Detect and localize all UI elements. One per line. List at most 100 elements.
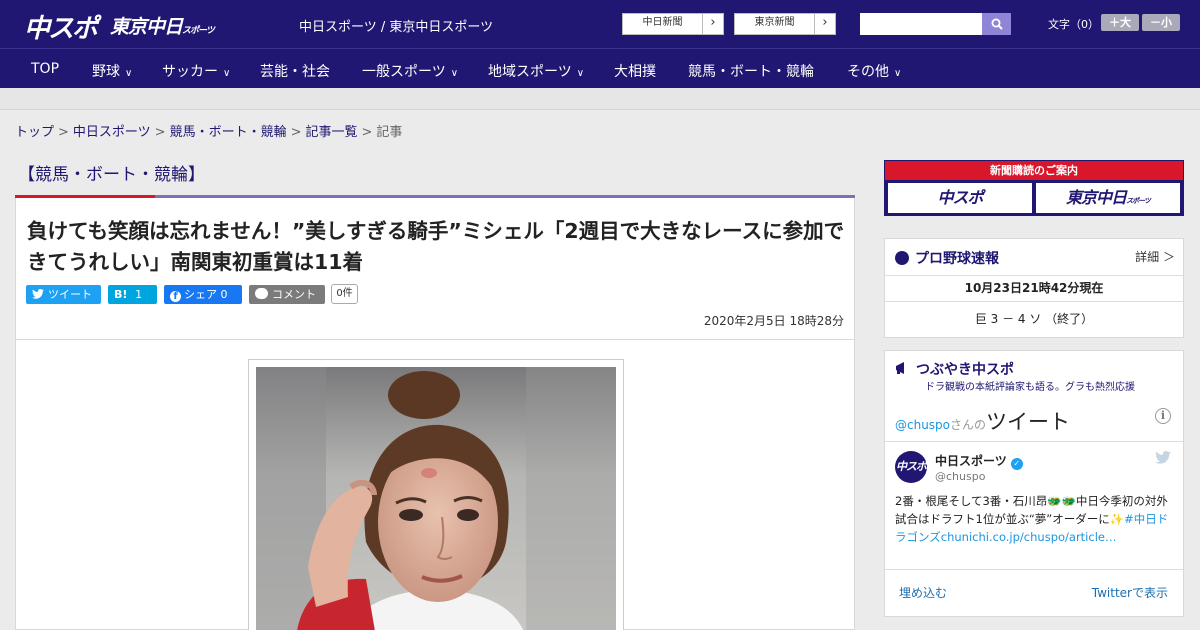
nav-item-label: 一般スポーツ xyxy=(362,64,446,80)
twitter-bird-icon[interactable] xyxy=(1155,451,1171,464)
comment-count: 0件 xyxy=(331,284,358,304)
tweet-account-name[interactable]: 中日スポーツ ✓ xyxy=(935,452,1023,470)
nav-item-sumo[interactable]: 大相撲 xyxy=(614,61,656,81)
font-size-label: 文字（0） xyxy=(1048,18,1099,31)
search-button[interactable] xyxy=(982,13,1011,35)
breadcrumb-separator: > xyxy=(58,125,69,140)
article-divider xyxy=(16,339,854,340)
nav-item-label: 競馬・ボート・競輪 xyxy=(688,64,814,80)
tokyo-chunichi-logo-main: 東京中日 xyxy=(110,16,183,38)
subscribe-tokyo-sub: スポーツ xyxy=(1126,197,1151,205)
font-larger-button[interactable]: ＋大 xyxy=(1101,14,1139,31)
tweet-text: 2番・根尾そして3番・石川昂🐲🐲中日今季初の対外試合はドラフト1位が並ぶ“夢”オ… xyxy=(895,492,1177,546)
nav-item-label: 大相撲 xyxy=(614,64,656,80)
site-names: 中日スポーツ / 東京中日スポーツ xyxy=(299,20,494,35)
hatena-b-icon: B! xyxy=(114,288,128,301)
chunichi-shimbun-link[interactable]: 中日新聞 › xyxy=(622,13,724,35)
tsubuyaki-widget: つぶやき中スポ ドラ観戦の本紙評論家も語る。グラも熱烈応援 @chuspoさんの… xyxy=(884,350,1184,617)
nav-item-top[interactable]: TOP xyxy=(31,61,59,77)
nav-item-label: 芸能・社会 xyxy=(260,64,330,80)
facebook-share-label: シェア xyxy=(184,288,217,301)
twitter-divider xyxy=(885,441,1183,442)
tsubuyaki-title-text: つぶやき中スポ xyxy=(916,362,1014,378)
tweet-account-name-text: 中日スポーツ xyxy=(935,454,1007,468)
view-on-twitter-link[interactable]: Twitterで表示 xyxy=(1092,584,1168,601)
baseball-title-text: プロ野球速報 xyxy=(915,251,999,267)
twitter-timeline-header: @chuspoさんのツイート xyxy=(895,406,1070,436)
nav-item-baseball[interactable]: 野球 ∨ xyxy=(92,61,132,81)
baseball-detail-link[interactable]: 詳細 ＞ xyxy=(1135,248,1175,265)
avatar[interactable]: 中スポ xyxy=(895,451,927,483)
baseball-scores-widget: プロ野球速報 詳細 ＞ 10月23日21時42分現在 巨 3 － 4 ソ （終了… xyxy=(884,238,1184,338)
twitter-handle-link[interactable]: @chuspo xyxy=(895,418,950,432)
nav-item-regional-sports[interactable]: 地域スポーツ ∨ xyxy=(488,61,584,81)
nav-item-soccer[interactable]: サッカー ∨ xyxy=(162,61,230,81)
nav-item-label: サッカー xyxy=(162,64,218,80)
chevron-down-icon: ∨ xyxy=(894,68,902,79)
chevron-right-icon: › xyxy=(710,15,716,30)
info-icon[interactable]: i xyxy=(1155,408,1171,424)
comment-button[interactable]: コメント xyxy=(249,285,325,304)
subscribe-tokyo-chunichi-button[interactable]: 東京中日スポーツ xyxy=(1036,183,1180,213)
nav-item-label: 地域スポーツ xyxy=(488,64,572,80)
breadcrumb-separator: > xyxy=(290,125,302,140)
search-input[interactable] xyxy=(860,13,982,35)
category-title: 【競馬・ボート・競輪】 xyxy=(18,165,205,185)
baseball-updated-time: 10月23日21時42分現在 xyxy=(885,275,1183,301)
facebook-share-button[interactable]: f シェア 0 xyxy=(164,285,242,304)
twitter-heading: ツイート xyxy=(986,410,1071,434)
site-header: 中スポ 東京中日スポーツ 中日スポーツ / 東京中日スポーツ 中日新聞 › 東京… xyxy=(0,0,1200,48)
tweet-account-handle[interactable]: @chuspo xyxy=(935,470,985,483)
tokyo-shimbun-label: 東京新聞 xyxy=(735,14,815,34)
tokyo-shimbun-link[interactable]: 東京新聞 › xyxy=(734,13,836,35)
subscribe-chuspo-button[interactable]: 中スポ xyxy=(888,183,1032,213)
breadcrumb-current: 記事 xyxy=(376,125,403,140)
tsubuyaki-title: つぶやき中スポ xyxy=(895,359,1014,379)
tweet-button[interactable]: ツイート xyxy=(26,285,101,304)
chevron-right-icon: › xyxy=(822,15,828,30)
twitter-handle-suffix: さんの xyxy=(950,418,987,432)
chevron-down-icon: ∨ xyxy=(223,68,231,79)
subscription-banner: 新聞購読のご案内 中スポ 東京中日スポーツ xyxy=(884,160,1184,216)
chevron-down-icon: ∨ xyxy=(125,68,133,79)
nav-item-entertainment[interactable]: 芸能・社会 xyxy=(260,61,330,81)
article-date: 2020年2月5日 18時28分 xyxy=(703,314,844,328)
baseball-icon xyxy=(895,251,909,265)
baseball-score[interactable]: 巨 3 － 4 ソ （終了） xyxy=(885,301,1183,337)
main-nav: TOP 野球 ∨ サッカー ∨ 芸能・社会 一般スポーツ ∨ 地域スポーツ ∨ 大相撲 … xyxy=(0,48,1200,88)
breadcrumb-chunichi-sports[interactable]: 中日スポーツ xyxy=(73,125,151,140)
sub-nav-bar xyxy=(0,88,1200,110)
article-photo[interactable] xyxy=(256,367,616,630)
baseball-widget-title: プロ野球速報 xyxy=(895,248,999,268)
nav-item-general-sports[interactable]: 一般スポーツ ∨ xyxy=(362,61,458,81)
twitter-timeline-footer: 埋め込む Twitterで表示 xyxy=(885,569,1183,611)
tokyo-chunichi-logo[interactable]: 東京中日スポーツ xyxy=(110,12,215,39)
comment-label: コメント xyxy=(272,288,316,301)
tweet-label: ツイート xyxy=(48,288,92,301)
chevron-down-icon: ∨ xyxy=(576,68,585,79)
breadcrumb-separator: > xyxy=(154,125,166,140)
breadcrumb-article-list[interactable]: 記事一覧 xyxy=(306,125,358,140)
twitter-bird-icon xyxy=(32,289,44,299)
breadcrumb-top[interactable]: トップ xyxy=(15,125,54,140)
embed-link[interactable]: 埋め込む xyxy=(899,584,947,601)
tokyo-chunichi-logo-sub: スポーツ xyxy=(182,26,215,36)
megaphone-icon xyxy=(896,362,904,374)
chuspo-logo[interactable]: 中スポ xyxy=(24,8,98,45)
nav-item-label: その他 xyxy=(847,64,889,80)
hatena-bookmark-button[interactable]: B! 1 xyxy=(108,285,157,304)
speech-bubble-icon xyxy=(255,288,268,299)
chevron-down-icon: ∨ xyxy=(450,68,459,79)
subscribe-tokyo-main: 東京中日 xyxy=(1066,188,1127,207)
article-photo-frame xyxy=(248,359,624,630)
nav-item-racing[interactable]: 競馬・ボート・競輪 xyxy=(688,61,814,81)
nav-item-other[interactable]: その他 ∨ xyxy=(847,61,901,81)
hatena-count: 1 xyxy=(135,288,143,301)
subscription-title: 新聞購読のご案内 xyxy=(885,161,1183,180)
verified-badge-icon: ✓ xyxy=(1010,458,1023,470)
breadcrumb-racing[interactable]: 競馬・ボート・競輪 xyxy=(170,125,287,140)
nav-item-label: 野球 xyxy=(92,64,120,80)
breadcrumb-separator: > xyxy=(361,125,373,140)
jockey-portrait-illustration xyxy=(256,367,616,630)
font-smaller-button[interactable]: －小 xyxy=(1142,14,1180,31)
